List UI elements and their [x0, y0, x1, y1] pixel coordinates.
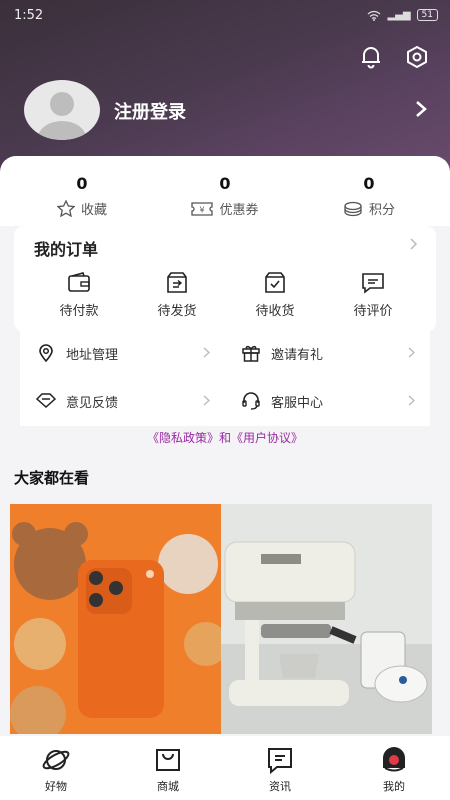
service-label: 客服中心 — [271, 395, 324, 411]
battery-icon: 51 — [416, 9, 438, 21]
stat-count: 0 — [363, 174, 375, 193]
stat-favorites[interactable]: 0 收藏 — [27, 174, 137, 218]
gift-icon — [242, 345, 260, 362]
settings-icon[interactable] — [404, 44, 430, 70]
feed-title: 大家都在看 — [14, 469, 90, 487]
policy-links: 《隐私政策》和《用户协议》 — [0, 429, 450, 446]
headset-icon — [242, 392, 260, 410]
tab-goods[interactable]: 好物 — [16, 746, 96, 794]
stat-points[interactable]: 0 积分 — [314, 174, 424, 218]
service-invite[interactable]: 邀请有礼 — [225, 330, 425, 376]
wifi-icon — [368, 10, 381, 21]
comment-icon — [362, 273, 384, 294]
chevron-right-icon — [203, 347, 210, 358]
status-time: 1:52 — [14, 8, 44, 23]
service-address[interactable]: 地址管理 — [20, 330, 220, 376]
chevron-right-icon — [203, 395, 210, 406]
service-feedback[interactable]: 意见反馈 — [20, 378, 220, 424]
tab-news[interactable]: 资讯 — [240, 746, 320, 794]
bottom-tab-bar: 好物 商城 资讯 我的 — [0, 736, 450, 800]
service-customer-center[interactable]: 客服中心 — [225, 378, 425, 424]
stat-count: 0 — [219, 174, 231, 193]
orders-title: 我的订单 — [34, 240, 99, 259]
chevron-right-icon — [408, 347, 415, 358]
stat-label: 积分 — [368, 203, 395, 218]
order-label: 待收货 — [255, 304, 295, 319]
coupon-icon: ¥ — [191, 201, 214, 216]
order-pending-shipment[interactable]: 待发货 — [132, 272, 222, 319]
order-pending-payment[interactable]: 待付款 — [34, 272, 124, 319]
order-label: 待发货 — [157, 304, 197, 319]
my-orders-card: 我的订单 待付款 待发货 待收货 待评价 — [14, 226, 436, 332]
chevron-right-icon — [408, 395, 415, 406]
tab-label: 商城 — [157, 780, 179, 793]
service-label: 邀请有礼 — [271, 347, 324, 363]
receive-box-icon — [265, 272, 285, 293]
login-register-link[interactable]: 注册登录 — [114, 98, 186, 124]
order-label: 待评价 — [353, 304, 393, 319]
profile-icon — [383, 747, 405, 772]
product-image-coffee-machine[interactable] — [221, 504, 432, 734]
service-label: 意见反馈 — [66, 395, 119, 411]
shipping-box-icon — [167, 272, 187, 293]
avatar[interactable] — [24, 80, 100, 140]
order-label: 待付款 — [59, 304, 99, 319]
news-icon — [268, 748, 292, 774]
signal-icon: ▂▄▆ — [387, 9, 411, 21]
points-icon — [344, 201, 362, 216]
privacy-policy-link[interactable]: 《隐私政策》 — [147, 431, 219, 445]
orange-phone-with-teddy-bears-image — [10, 504, 221, 734]
service-label: 地址管理 — [66, 347, 119, 363]
stat-label: 收藏 — [80, 203, 107, 218]
location-icon — [39, 344, 53, 363]
status-bar: 1:52 ▂▄▆ 51 — [0, 0, 450, 30]
default-avatar-icon — [38, 92, 86, 140]
stat-label: 优惠券 — [219, 203, 259, 218]
chevron-right-icon[interactable] — [414, 100, 428, 118]
tab-label: 资讯 — [269, 780, 291, 793]
wallet-icon — [68, 272, 90, 292]
feedback-icon — [36, 393, 56, 409]
chevron-right-icon[interactable] — [410, 238, 418, 250]
svg-text:¥: ¥ — [200, 205, 205, 214]
tab-mall[interactable]: 商城 — [128, 746, 208, 794]
stats-card: 0 收藏 0 ¥ 优惠券 0 积分 — [0, 156, 450, 226]
star-icon — [56, 200, 75, 217]
shopping-bag-icon — [156, 749, 180, 771]
order-pending-review[interactable]: 待评价 — [328, 272, 418, 319]
bell-icon[interactable] — [358, 44, 384, 70]
tab-label: 好物 — [45, 780, 67, 793]
product-image-phone[interactable] — [10, 504, 221, 734]
order-pending-receipt[interactable]: 待收货 — [230, 272, 320, 319]
services-card: 地址管理 邀请有礼 意见反馈 客服中心 — [20, 330, 430, 426]
tab-mine[interactable]: 我的 — [354, 746, 434, 794]
planet-icon — [42, 750, 70, 770]
policy-conjunction: 和 — [218, 431, 231, 445]
stat-count: 0 — [76, 174, 88, 193]
coffee-machine-image — [221, 504, 432, 734]
user-agreement-link[interactable]: 《用户协议》 — [231, 431, 303, 445]
tab-label: 我的 — [383, 780, 405, 793]
stat-coupons[interactable]: 0 ¥ 优惠券 — [170, 174, 280, 218]
